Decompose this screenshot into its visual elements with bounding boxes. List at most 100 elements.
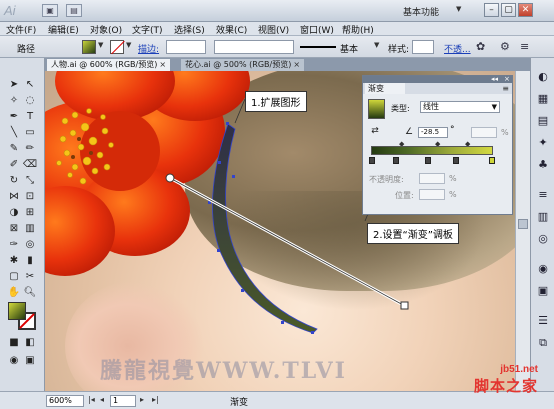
color-panel-icon[interactable]: ◐	[536, 70, 550, 84]
vertical-scrollbar[interactable]	[515, 71, 530, 391]
column-graph-tool-icon[interactable]: ▮	[22, 254, 38, 268]
type-tool-icon[interactable]: T	[22, 110, 38, 124]
shape-builder-tool-icon[interactable]: ◑	[6, 206, 22, 220]
color-stop[interactable]	[453, 157, 459, 164]
previous-artboard-icon[interactable]: ◂	[100, 395, 104, 404]
gradient-origin-handle[interactable]	[165, 173, 175, 183]
gradient-thumbnail[interactable]	[368, 99, 385, 119]
variable-width-profile[interactable]	[214, 40, 294, 54]
menu-object[interactable]: 对象(O)	[90, 23, 122, 36]
stroke-panel-link[interactable]: 描边:	[138, 42, 159, 55]
symbols-icon[interactable]: ♣	[536, 158, 550, 172]
recolor-artwork-icon[interactable]: ✿	[476, 41, 485, 53]
gradient-end-handle[interactable]	[400, 301, 409, 310]
paintbrush-tool-icon[interactable]: ✎	[6, 142, 22, 156]
scale-tool-icon[interactable]: ⤡	[22, 174, 38, 188]
close-icon[interactable]: ×	[504, 75, 510, 83]
color-guide-icon[interactable]: ▦	[536, 92, 550, 106]
maximize-button[interactable]: ▢	[501, 3, 516, 17]
symbol-sprayer-tool-icon[interactable]: ✱	[6, 254, 22, 268]
swatches-icon[interactable]: ▤	[536, 114, 550, 128]
gradient-mode-icon[interactable]: ◧	[22, 336, 38, 350]
menu-window[interactable]: 窗口(W)	[300, 23, 334, 36]
opacity-panel-link[interactable]: 不透...	[444, 42, 471, 55]
mesh-tool-icon[interactable]: ⊠	[6, 222, 22, 236]
panel-menu-icon[interactable]: ≡	[502, 84, 509, 93]
isolate-object-icon[interactable]: ⚙	[500, 41, 510, 53]
menu-select[interactable]: 选择(S)	[174, 23, 205, 36]
zoom-tool-icon[interactable]: 🔍︎	[22, 286, 38, 300]
hand-tool-icon[interactable]: ✋	[6, 286, 22, 300]
fill-swatch[interactable]	[82, 40, 96, 54]
eraser-tool-icon[interactable]: ⌫	[22, 158, 38, 172]
slice-tool-icon[interactable]: ✂	[22, 270, 38, 284]
artboards-icon[interactable]: ⧉	[536, 336, 550, 350]
close-icon[interactable]: ×	[293, 60, 300, 69]
gradient-tool-icon[interactable]: ▥	[22, 222, 38, 236]
arrange-documents-icon[interactable]: ▤	[66, 4, 82, 17]
lasso-tool-icon[interactable]: ◌	[22, 94, 38, 108]
layers-icon[interactable]: ☰	[536, 314, 550, 328]
rectangle-tool-icon[interactable]: ▭	[22, 126, 38, 140]
perspective-grid-tool-icon[interactable]: ⊞	[22, 206, 38, 220]
menu-help[interactable]: 帮助(H)	[342, 23, 374, 36]
blob-brush-tool-icon[interactable]: ✐	[6, 158, 22, 172]
screen-mode-icon[interactable]: ▣	[22, 354, 38, 368]
menu-type[interactable]: 文字(T)	[132, 23, 163, 36]
tab-document-1[interactable]: 人物.ai @ 600% (RGB/预览) ×	[47, 59, 171, 71]
workspace-switcher[interactable]: 基本功能	[403, 5, 439, 18]
stroke-icon[interactable]: ≡	[536, 188, 550, 202]
menu-view[interactable]: 视图(V)	[258, 23, 289, 36]
brushes-icon[interactable]: ✦	[536, 136, 550, 150]
minimize-button[interactable]: –	[484, 3, 499, 17]
eyedropper-tool-icon[interactable]: ✑	[6, 238, 22, 252]
free-transform-tool-icon[interactable]: ⊡	[22, 190, 38, 204]
pencil-tool-icon[interactable]: ✏	[22, 142, 38, 156]
scroll-thumb[interactable]	[518, 219, 528, 229]
align-options-icon[interactable]: ≡	[520, 41, 529, 53]
width-tool-icon[interactable]: ⋈	[6, 190, 22, 204]
menu-edit[interactable]: 编辑(E)	[48, 23, 79, 36]
tab-document-2[interactable]: 花心.ai @ 500% (RGB/预览) ×	[181, 59, 305, 71]
graphic-styles-icon[interactable]: ▣	[536, 284, 550, 298]
next-artboard-icon[interactable]: ▸	[140, 395, 144, 404]
color-stop[interactable]	[393, 157, 399, 164]
tab-gradient[interactable]: 渐变	[365, 83, 405, 94]
artboard-number-field[interactable]: 1	[110, 395, 136, 407]
stroke-weight-field[interactable]	[166, 40, 206, 54]
rotate-tool-icon[interactable]: ↻	[6, 174, 22, 188]
draw-mode-icon[interactable]: ◉	[6, 354, 22, 368]
gradient-type-select[interactable]: 线性 ▼	[420, 101, 500, 113]
gradient-slider[interactable]	[371, 146, 493, 155]
chevron-down-icon[interactable]: ▼	[374, 41, 379, 49]
first-artboard-icon[interactable]: |◂	[88, 395, 95, 404]
close-button[interactable]: ✕	[518, 3, 533, 17]
color-stop[interactable]	[425, 157, 431, 164]
color-stop[interactable]	[489, 157, 495, 164]
close-icon[interactable]: ×	[159, 60, 166, 69]
brush-definition[interactable]: 基本	[340, 42, 358, 55]
chevron-down-icon[interactable]: ▼	[126, 41, 131, 49]
gradient-icon[interactable]: ▥	[536, 210, 550, 224]
menu-effect[interactable]: 效果(C)	[216, 23, 247, 36]
reverse-gradient-icon[interactable]: ⇄	[369, 124, 381, 136]
color-mode-icon[interactable]: ■	[6, 336, 22, 350]
chevron-down-icon[interactable]: ▼	[456, 5, 461, 13]
menu-file[interactable]: 文件(F)	[6, 23, 36, 36]
appearance-icon[interactable]: ◉	[536, 262, 550, 276]
magic-wand-tool-icon[interactable]: ✧	[6, 94, 22, 108]
fill-color-box[interactable]	[8, 302, 26, 320]
blend-tool-icon[interactable]: ◎	[22, 238, 38, 252]
selection-tool-icon[interactable]: ➤	[6, 78, 22, 92]
last-artboard-icon[interactable]: ▸|	[152, 395, 159, 404]
chevron-down-icon[interactable]: ▼	[98, 41, 103, 49]
collapse-icon[interactable]: ◂◂	[491, 75, 498, 83]
pen-tool-icon[interactable]: ✒	[6, 110, 22, 124]
artboard-tool-icon[interactable]: ▢	[6, 270, 22, 284]
transparency-icon[interactable]: ◎	[536, 232, 550, 246]
color-stop[interactable]	[369, 157, 375, 164]
direct-selection-tool-icon[interactable]: ↖	[22, 78, 38, 92]
line-tool-icon[interactable]: ╲	[6, 126, 22, 140]
bridge-icon[interactable]: ▣	[42, 4, 58, 17]
zoom-level-field[interactable]: 600%	[46, 395, 84, 407]
